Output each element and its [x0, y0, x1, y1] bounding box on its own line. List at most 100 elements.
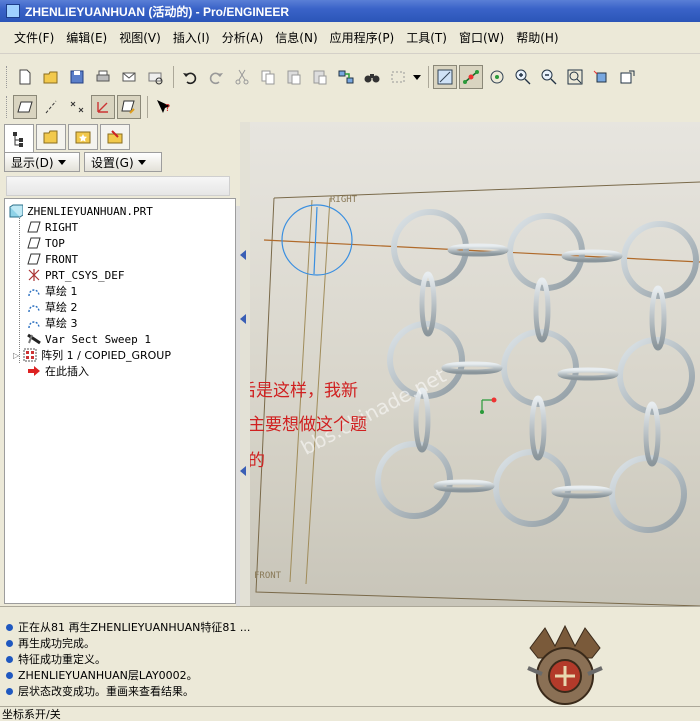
- expand-arrow-icon[interactable]: ▷: [13, 351, 19, 360]
- pane-splitter[interactable]: [240, 122, 250, 606]
- orient-mode-button[interactable]: [485, 65, 509, 89]
- datum-axis-toggle[interactable]: [39, 95, 63, 119]
- selection-box-icon: [391, 71, 405, 83]
- model-view[interactable]: RIGHT FRONT bbs.chinade.net 是这样，我新 主要想做这…: [250, 122, 700, 606]
- tree-item-top[interactable]: TOP: [27, 235, 65, 251]
- menu-view[interactable]: 视图(V): [113, 29, 167, 46]
- link-mail-icon: [148, 72, 163, 85]
- paste-special-button[interactable]: [308, 65, 332, 89]
- toolbar-separator: [147, 96, 148, 118]
- annotation-toggle[interactable]: [117, 95, 141, 119]
- tree-filter-bar[interactable]: [6, 176, 230, 196]
- info-bullet-icon: [6, 639, 13, 647]
- tree-item-sweep[interactable]: Var Sect Sweep 1: [27, 331, 151, 347]
- app-icon: [6, 4, 20, 18]
- save-icon: [70, 70, 84, 84]
- message-line: 特征成功重定义。: [6, 651, 106, 667]
- repaint-button[interactable]: [433, 65, 457, 89]
- datum-point-toggle[interactable]: [65, 95, 89, 119]
- menu-window[interactable]: 窗口(W): [453, 29, 510, 46]
- csys-toggle[interactable]: [91, 95, 115, 119]
- tab-folder-browser[interactable]: [36, 124, 66, 150]
- select-box-button[interactable]: [386, 65, 410, 89]
- cut-button[interactable]: [230, 65, 254, 89]
- tree-item-insert-here[interactable]: 在此插入: [27, 363, 89, 379]
- save-button[interactable]: [65, 65, 89, 89]
- tree-item-csys[interactable]: PRT_CSYS_DEF: [27, 267, 124, 283]
- tab-model-tree[interactable]: [4, 124, 34, 152]
- settings-dropdown[interactable]: 设置(G): [84, 152, 162, 172]
- tree-item-label: 在此插入: [45, 365, 89, 378]
- regenerate-button[interactable]: [334, 65, 358, 89]
- select-dropdown[interactable]: [412, 65, 422, 89]
- menu-file[interactable]: 文件(F): [8, 29, 60, 46]
- datum-plane-toggle[interactable]: [13, 95, 37, 119]
- toolbar-grip[interactable]: [6, 96, 9, 118]
- tree-item-label: TOP: [45, 236, 65, 250]
- tree-item-sketch-1[interactable]: 草绘 1: [27, 283, 78, 299]
- refit-icon: [567, 69, 583, 85]
- message-line: 层状态改变成功。重画来查看结果。: [6, 683, 194, 699]
- menu-help[interactable]: 帮助(H): [510, 29, 564, 46]
- tree-item-pattern[interactable]: ▷ 阵列 1 / COPIED_GROUP: [13, 347, 171, 363]
- tree-item-label: Var Sect Sweep 1: [45, 332, 151, 346]
- tree-guide-line: [19, 213, 20, 363]
- send-link-button[interactable]: [143, 65, 167, 89]
- datum-axis-icon: [45, 100, 57, 114]
- menu-insert[interactable]: 插入(I): [167, 29, 216, 46]
- saved-views-button[interactable]: [615, 65, 639, 89]
- collapse-arrow-icon[interactable]: [240, 314, 246, 324]
- undo-button[interactable]: [178, 65, 202, 89]
- message-line: 正在从81 再生ZHENLIEYUANHUAN特征81 ...: [6, 619, 250, 635]
- tree-item-sketch-3[interactable]: 草绘 3: [27, 315, 78, 331]
- new-file-button[interactable]: [13, 65, 37, 89]
- collapse-arrow-icon[interactable]: [240, 466, 246, 476]
- reorient-button[interactable]: [589, 65, 613, 89]
- tree-item-front[interactable]: FRONT: [27, 251, 78, 267]
- menu-applications[interactable]: 应用程序(P): [324, 29, 401, 46]
- new-file-icon: [19, 69, 31, 85]
- model-tree-icon: [13, 131, 23, 147]
- graphics-window[interactable]: RIGHT FRONT bbs.chinade.net 是这样，我新 主要想做这…: [250, 122, 700, 606]
- datum-point-icon: [70, 101, 84, 113]
- refit-button[interactable]: [563, 65, 587, 89]
- tree-item-label: FRONT: [45, 252, 79, 266]
- copy-button[interactable]: [256, 65, 280, 89]
- tree-item-part[interactable]: ZHENLIEYUANHUAN.PRT: [9, 203, 153, 219]
- open-file-button[interactable]: [39, 65, 63, 89]
- menu-tools[interactable]: 工具(T): [400, 29, 453, 46]
- print-button[interactable]: [91, 65, 115, 89]
- context-help-button[interactable]: ?: [152, 95, 176, 119]
- main-toolbar: [0, 62, 700, 92]
- menu-edit[interactable]: 编辑(E): [60, 29, 113, 46]
- context-help-icon: ?: [157, 100, 170, 114]
- collapse-arrow-icon[interactable]: [240, 250, 246, 260]
- datum-plane-icon: [17, 101, 33, 113]
- tab-connections[interactable]: [100, 124, 130, 150]
- sketch-circle[interactable]: [281, 204, 353, 276]
- menu-info[interactable]: 信息(N): [269, 29, 323, 46]
- paste-button[interactable]: [282, 65, 306, 89]
- menu-analysis[interactable]: 分析(A): [216, 29, 270, 46]
- redo-button[interactable]: [204, 65, 228, 89]
- send-mail-button[interactable]: [117, 65, 141, 89]
- pattern-icon: [23, 348, 37, 362]
- info-bullet-icon: [6, 623, 13, 631]
- csys-marker: [480, 397, 497, 414]
- status-bar: 坐标系开/关: [0, 706, 700, 721]
- tree-item-sketch-2[interactable]: 草绘 2: [27, 299, 78, 315]
- scissors-icon: [235, 69, 249, 85]
- spin-center-button[interactable]: [459, 65, 483, 89]
- tree-item-right[interactable]: RIGHT: [27, 219, 78, 235]
- annotation-line-1: 最后是这样，我新: [250, 381, 358, 401]
- tab-favorites[interactable]: [68, 124, 98, 150]
- zoom-in-button[interactable]: [511, 65, 535, 89]
- zoom-out-button[interactable]: [537, 65, 561, 89]
- show-dropdown[interactable]: 显示(D): [4, 152, 80, 172]
- toolbar-grip[interactable]: [6, 66, 9, 88]
- find-button[interactable]: [360, 65, 384, 89]
- top-datum-line[interactable]: [263, 239, 700, 263]
- orient-mode-icon: [490, 70, 504, 84]
- datum-toolbar: ?: [0, 92, 700, 122]
- datum-plane-icon: [27, 252, 41, 266]
